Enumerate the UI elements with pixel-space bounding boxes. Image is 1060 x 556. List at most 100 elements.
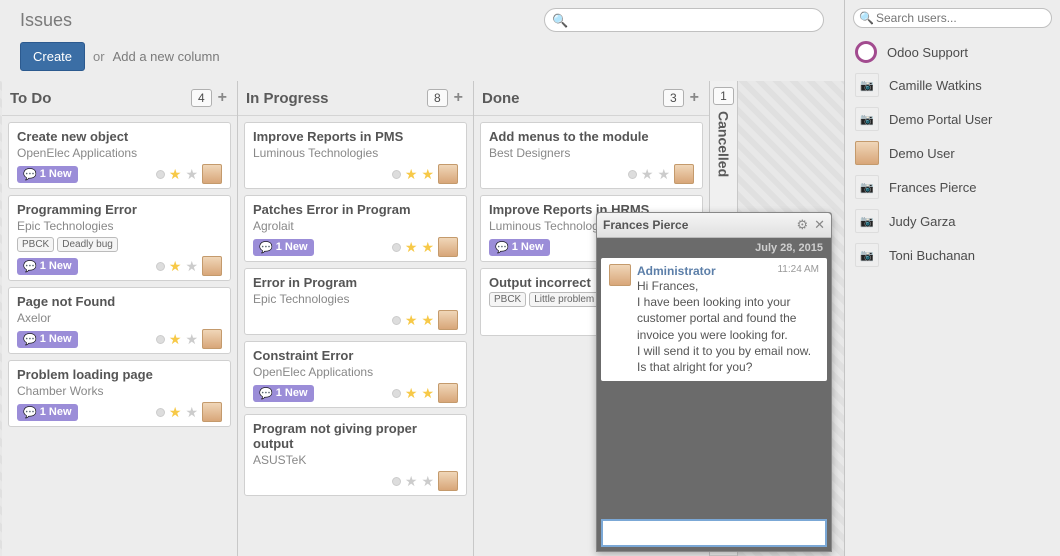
avatar: 📷 <box>855 175 879 199</box>
user-search-input[interactable] <box>853 8 1052 28</box>
star-icon[interactable]: ★ <box>185 258 198 275</box>
column-title[interactable]: In Progress <box>246 90 427 107</box>
star-icon[interactable]: ★ <box>405 166 418 183</box>
avatar[interactable] <box>674 164 694 184</box>
user-item[interactable]: Odoo Support <box>845 36 1060 68</box>
close-icon[interactable]: ✕ <box>814 217 825 233</box>
avatar[interactable] <box>438 383 458 403</box>
status-dot <box>628 170 637 179</box>
kanban-card[interactable]: Patches Error in ProgramAgrolait💬 1 New★… <box>244 195 467 262</box>
star-icon[interactable]: ★ <box>421 166 434 183</box>
star-icon[interactable]: ★ <box>405 312 418 329</box>
avatar: 📷 <box>855 243 879 267</box>
avatar <box>609 264 631 286</box>
gear-icon[interactable]: ⚙ <box>796 217 808 233</box>
kanban-card[interactable]: Improve Reports in PMSLuminous Technolog… <box>244 122 467 189</box>
star-icon[interactable]: ★ <box>421 473 434 490</box>
avatar[interactable] <box>202 329 222 349</box>
kanban-card[interactable]: Program not giving proper output ASUSTeK ★… <box>244 414 467 496</box>
user-name: Camille Watkins <box>889 78 982 93</box>
star-icon[interactable]: ★ <box>185 404 198 421</box>
avatar: 📷 <box>855 107 879 131</box>
avatar[interactable] <box>202 256 222 276</box>
avatar[interactable] <box>438 310 458 330</box>
user-name: Demo User <box>889 146 955 161</box>
search-input[interactable] <box>544 8 824 32</box>
kanban-card[interactable]: Programming ErrorEpic TechnologiesPBCKDe… <box>8 195 231 281</box>
user-item[interactable]: 📷 Demo Portal User <box>845 102 1060 136</box>
star-icon[interactable]: ★ <box>169 404 182 421</box>
new-badge[interactable]: 💬 1 New <box>17 331 78 348</box>
star-icon[interactable]: ★ <box>405 473 418 490</box>
user-name: Odoo Support <box>887 45 968 60</box>
avatar[interactable] <box>202 402 222 422</box>
avatar[interactable] <box>438 237 458 257</box>
status-dot <box>156 335 165 344</box>
kanban-card[interactable]: Page not FoundAxelor💬 1 New★★ <box>8 287 231 354</box>
card-title: Add menus to the module <box>489 129 694 144</box>
avatar <box>855 41 877 63</box>
new-badge[interactable]: 💬 1 New <box>17 258 78 275</box>
kanban-card[interactable]: Add menus to the moduleBest Designers★★ <box>480 122 703 189</box>
status-dot <box>392 316 401 325</box>
avatar <box>855 141 879 165</box>
star-icon[interactable]: ★ <box>405 385 418 402</box>
star-icon[interactable]: ★ <box>405 239 418 256</box>
user-item[interactable]: 📷 Frances Pierce <box>845 170 1060 204</box>
star-icon[interactable]: ★ <box>185 166 198 183</box>
kanban-card[interactable]: Error in Program Epic Technologies ★★ <box>244 268 467 335</box>
card-title: Create new object <box>17 129 222 144</box>
card-title: Program not giving proper output <box>253 421 458 451</box>
star-icon[interactable]: ★ <box>169 331 182 348</box>
avatar[interactable] <box>202 164 222 184</box>
status-dot <box>392 389 401 398</box>
star-icon[interactable]: ★ <box>421 239 434 256</box>
card-subtitle: ASUSTeK <box>253 453 458 467</box>
user-name: Frances Pierce <box>889 180 976 195</box>
star-icon[interactable]: ★ <box>641 166 654 183</box>
new-badge[interactable]: 💬 1 New <box>17 404 78 421</box>
add-column-link[interactable]: Add a new column <box>113 49 220 64</box>
kanban-card[interactable]: Problem loading pageChamber Works💬 1 New… <box>8 360 231 427</box>
star-icon[interactable]: ★ <box>169 258 182 275</box>
chat-window: Frances Pierce ⚙ ✕ July 28, 2015 Adminis… <box>596 212 832 552</box>
star-icon[interactable]: ★ <box>185 331 198 348</box>
star-icon[interactable]: ★ <box>421 385 434 402</box>
chat-title: Frances Pierce <box>603 218 790 232</box>
card-title: Programming Error <box>17 202 222 217</box>
user-item[interactable]: 📷Camille Watkins <box>845 68 1060 102</box>
add-card-icon[interactable]: + <box>452 89 465 107</box>
card-title: Constraint Error <box>253 348 458 363</box>
kanban-card[interactable]: Constraint ErrorOpenElec Applications💬 1… <box>244 341 467 408</box>
add-card-icon[interactable]: + <box>688 89 701 107</box>
add-card-icon[interactable]: + <box>216 89 229 107</box>
card-subtitle: OpenElec Applications <box>17 146 222 160</box>
user-item[interactable]: 📷Toni Buchanan <box>845 238 1060 272</box>
user-item[interactable]: Demo User <box>845 136 1060 170</box>
column-title[interactable]: Done <box>482 90 663 107</box>
card-title: Error in Program <box>253 275 458 290</box>
status-dot <box>156 408 165 417</box>
avatar[interactable] <box>438 471 458 491</box>
user-name: Demo Portal User <box>889 112 992 127</box>
column-count: 3 <box>663 89 684 107</box>
star-icon[interactable]: ★ <box>657 166 670 183</box>
card-subtitle: Epic Technologies <box>253 292 458 306</box>
search-icon: 🔍 <box>859 11 874 25</box>
new-badge[interactable]: 💬 1 New <box>253 385 314 402</box>
chat-input[interactable] <box>601 519 827 547</box>
avatar[interactable] <box>438 164 458 184</box>
new-badge[interactable]: 💬 1 New <box>489 239 550 256</box>
kanban-column: To Do4+Create new objectOpenElec Applica… <box>2 81 238 556</box>
kanban-card[interactable]: Create new object OpenElec Applications 💬 … <box>8 122 231 189</box>
user-item[interactable]: 📷Judy Garza <box>845 204 1060 238</box>
new-badge[interactable]: 💬 1 New <box>253 239 314 256</box>
column-title[interactable]: To Do <box>10 90 191 107</box>
page-title: Issues <box>20 10 544 31</box>
star-icon[interactable]: ★ <box>169 166 182 183</box>
card-subtitle: Epic Technologies <box>17 219 222 233</box>
new-badge[interactable]: 💬 1 New <box>17 166 78 183</box>
create-button[interactable]: Create <box>20 42 85 71</box>
star-icon[interactable]: ★ <box>421 312 434 329</box>
status-dot <box>156 262 165 271</box>
